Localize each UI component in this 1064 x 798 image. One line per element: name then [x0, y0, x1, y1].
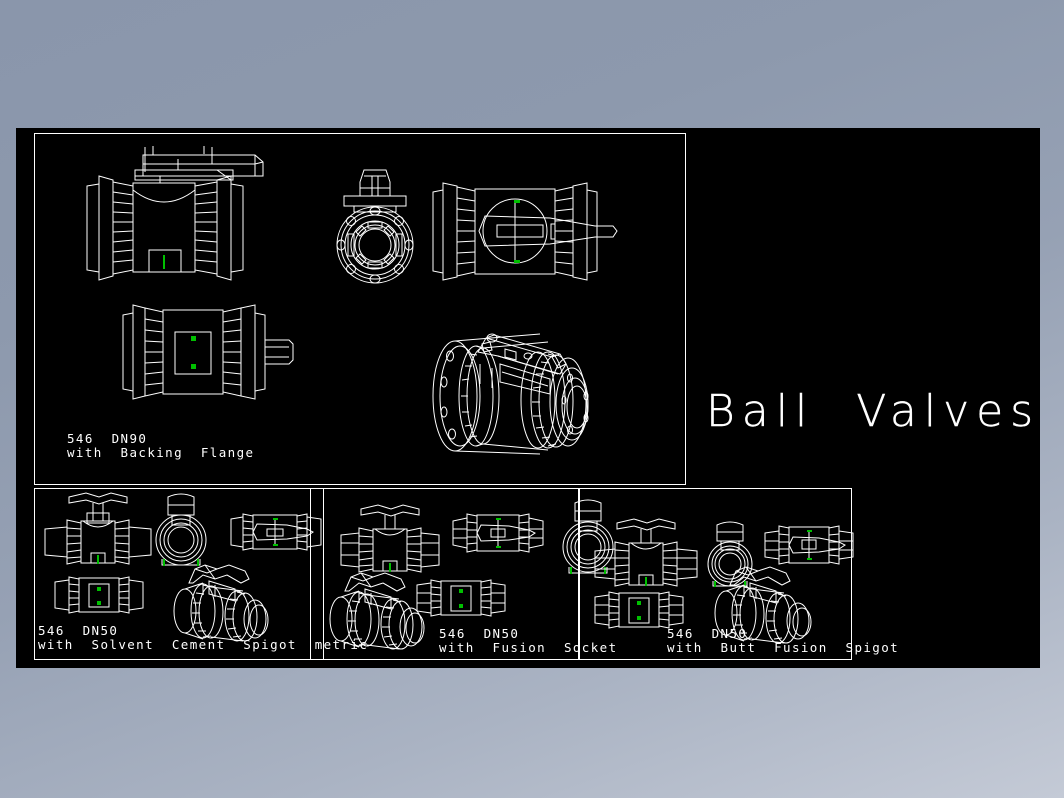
- bottom-plan-view: [113, 302, 313, 402]
- bottom-plan-view: [49, 574, 149, 616]
- front-elevation-view: [41, 491, 151, 569]
- end-axial-view: [150, 493, 212, 566]
- sc-label-line1: 546 DN50: [38, 623, 119, 638]
- isometric-3d-view: [321, 569, 431, 659]
- isometric-3d-view: [163, 561, 273, 651]
- page-title: Ball Valves: [706, 386, 1041, 437]
- plan-view-handle: [435, 174, 625, 289]
- butt-fusion-viewport[interactable]: 546 DN50 with Butt Fusion Spigot: [578, 488, 898, 660]
- fusion-socket-viewport[interactable]: 546 DN50 with Fusion Socket: [310, 488, 616, 660]
- end-axial-view: [320, 162, 430, 287]
- isometric-3d-view: [420, 324, 605, 464]
- main-label-line2: with Backing Flange: [67, 445, 255, 460]
- plan-view-handle: [447, 511, 549, 555]
- cad-drawing-root: 546 DN90 with Backing Flange 546 DN50 wi…: [0, 0, 1064, 798]
- main-label-line1: 546 DN90: [67, 431, 148, 446]
- cad-canvas[interactable]: 546 DN90 with Backing Flange 546 DN50 wi…: [16, 128, 1040, 668]
- front-elevation-view: [333, 503, 443, 575]
- isometric-3d-view: [704, 561, 819, 656]
- front-elevation-view: [589, 517, 699, 589]
- front-elevation-view: [105, 142, 315, 287]
- bottom-plan-view: [589, 589, 689, 631]
- fs-label-line1: 546 DN50: [439, 626, 520, 641]
- main-panel-label: 546 DN90 with Backing Flange: [67, 432, 254, 460]
- solvent-cement-viewport[interactable]: 546 DN50 with Solvent Cement Spigot metr…: [34, 488, 367, 660]
- main-viewport[interactable]: 546 DN90 with Backing Flange: [34, 133, 686, 485]
